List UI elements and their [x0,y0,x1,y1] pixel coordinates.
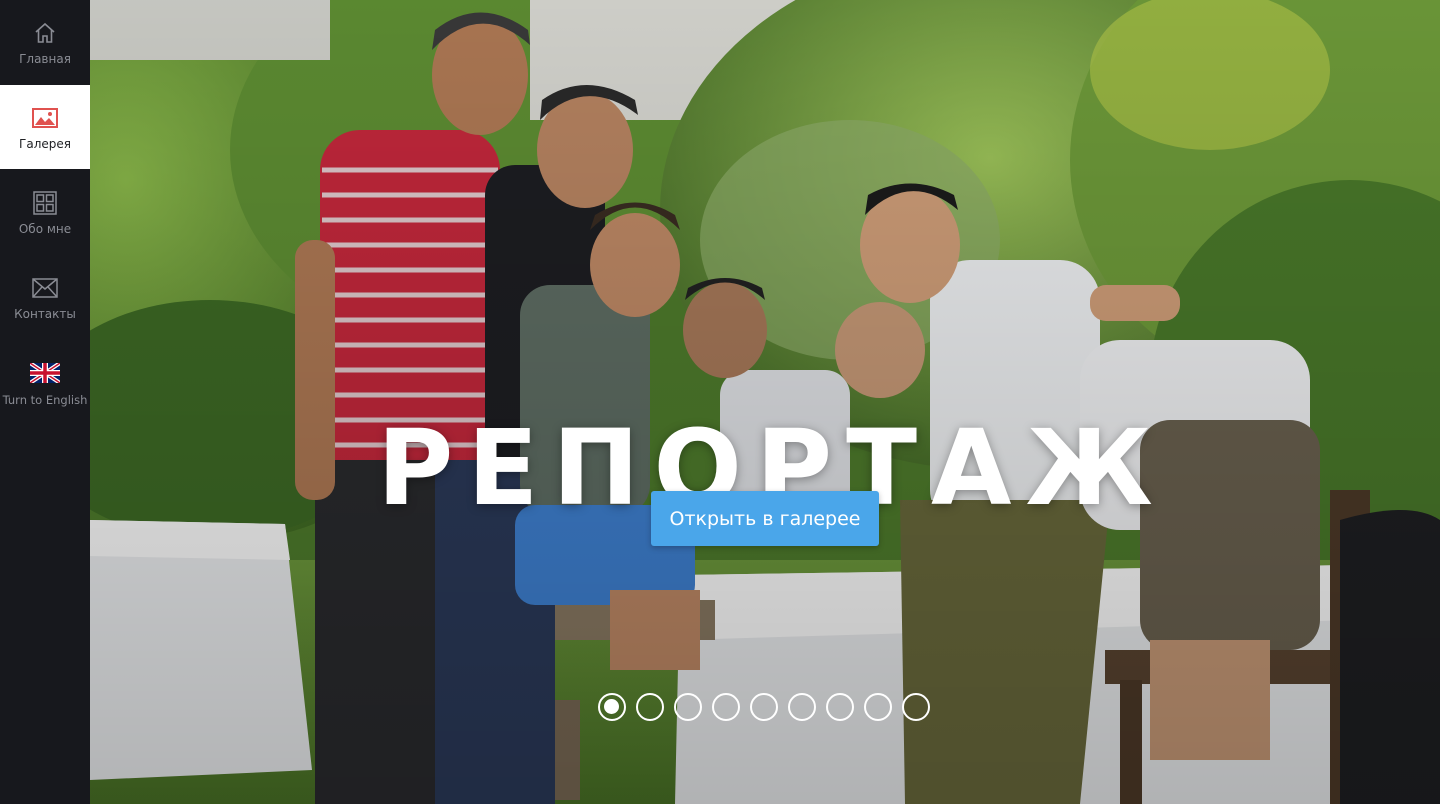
slide-dot[interactable] [864,693,892,721]
slide-dot[interactable] [788,693,816,721]
mail-icon [32,275,58,301]
sidebar-item-label: Галерея [19,137,71,151]
sidebar-item-about[interactable]: Обо мне [0,170,90,254]
slide-dot[interactable] [636,693,664,721]
image-icon [32,105,58,131]
sidebar-nav: Главная Галерея Обо мне Контакты Turn to… [0,0,90,804]
sidebar-item-language[interactable]: Turn to English [0,340,90,424]
slider-pagination [598,693,930,721]
sidebar-item-label: Контакты [14,307,76,321]
hero-photo [90,0,1440,804]
home-icon [32,20,58,46]
slide-dot[interactable] [674,693,702,721]
slide-dot[interactable] [712,693,740,721]
slide-dot[interactable] [826,693,854,721]
slide-dot[interactable] [750,693,778,721]
sidebar-item-gallery[interactable]: Галерея [0,85,90,169]
hero-slider: РЕПОРТАЖ Открыть в галерее [90,0,1440,804]
sidebar-item-label: Turn to English [2,393,88,407]
sidebar-item-label: Главная [19,52,71,66]
open-in-gallery-button[interactable]: Открыть в галерее [651,491,879,546]
sidebar-item-contacts[interactable]: Контакты [0,255,90,339]
grid-icon [32,190,58,216]
sidebar-item-label: Обо мне [18,222,72,236]
slide-dot[interactable] [598,693,626,721]
uk-flag-icon [29,362,61,384]
sidebar-item-home[interactable]: Главная [0,0,90,84]
slide-dot[interactable] [902,693,930,721]
